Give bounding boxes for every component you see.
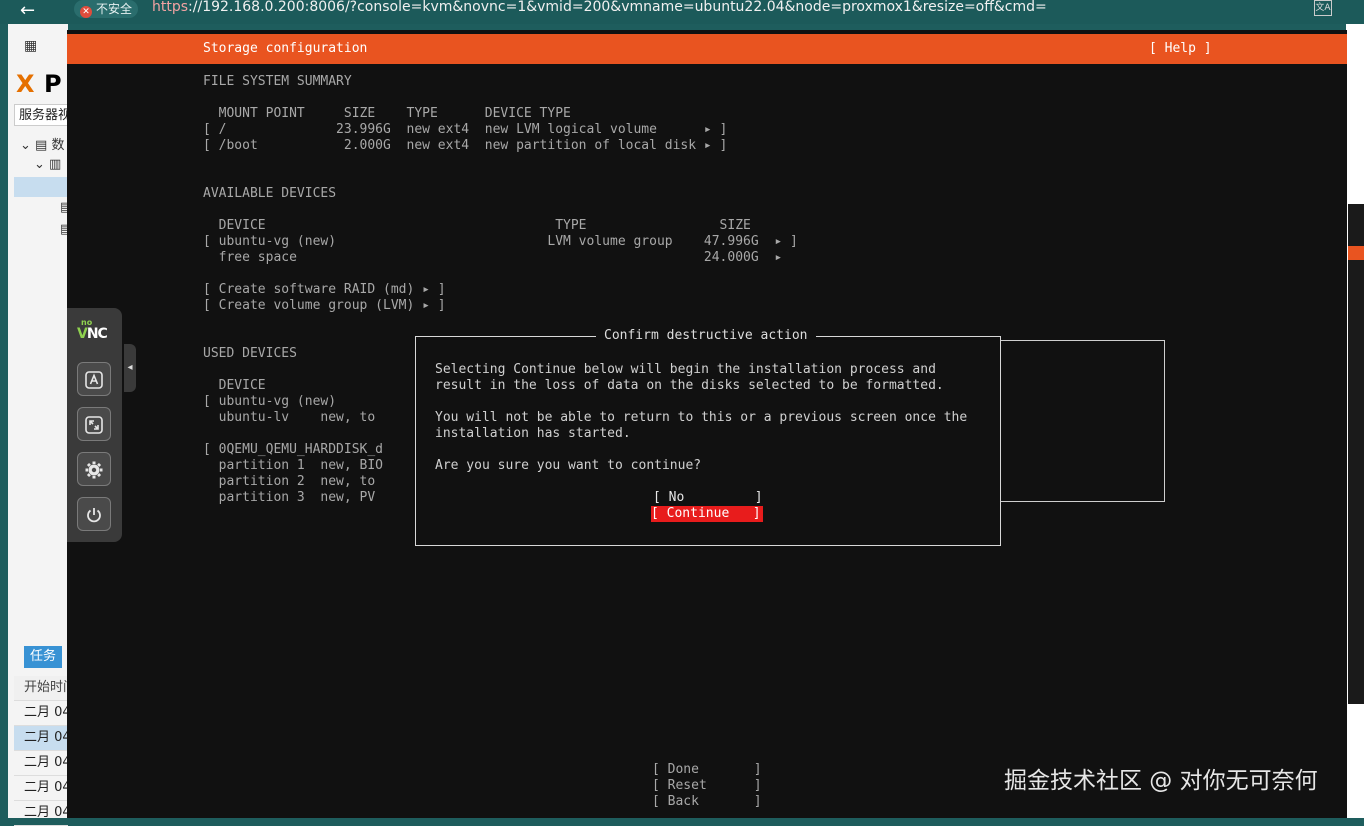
logo-x: X — [16, 70, 35, 98]
table-row: partition 1 new, BIO — [203, 458, 384, 473]
section-heading: AVAILABLE DEVICES — [203, 186, 337, 201]
fullscreen-icon[interactable] — [77, 407, 111, 441]
tree-node[interactable]: ⌄ ▥ — [34, 157, 61, 172]
task-row[interactable]: 二月 04 — [14, 726, 68, 751]
dialog-text: installation has started. — [435, 426, 631, 441]
section-heading: FILE SYSTEM SUMMARY — [203, 74, 352, 89]
background-dialog-border — [1164, 340, 1165, 502]
help-button[interactable]: [ Help ] — [1149, 40, 1212, 58]
apps-grid-icon[interactable]: ▦ — [24, 38, 37, 54]
watermark: 掘金技术社区 @ 对你无可奈何 — [1004, 768, 1318, 794]
confirm-dialog: Confirm destructive action Selecting Con… — [415, 328, 1001, 546]
table-row[interactable]: [ ubuntu-vg (new) — [203, 394, 336, 410]
background-terminal — [1348, 204, 1364, 704]
table-header: DEVICE — [203, 378, 266, 393]
back-button[interactable]: [ Back ] — [652, 794, 762, 810]
gear-icon[interactable] — [77, 452, 111, 486]
dialog-text: You will not be able to return to this o… — [435, 410, 968, 425]
dialog-question: Are you sure you want to continue? — [435, 458, 702, 473]
table-row[interactable]: [ /boot 2.000G new ext4 new partition of… — [203, 138, 727, 154]
no-button[interactable]: [ No ] — [653, 490, 763, 506]
background-dialog-border — [999, 340, 1165, 341]
logo-p: P — [44, 70, 62, 98]
task-column-header[interactable]: 开始时间 — [14, 676, 68, 701]
tab-tasks[interactable]: 任务 — [24, 646, 63, 668]
security-indicator[interactable]: ✕ 不安全 — [74, 0, 139, 18]
warning-icon: ✕ — [80, 6, 92, 18]
back-arrow-icon[interactable]: ← — [20, 1, 35, 21]
table-row: partition 3 new, PV — [203, 490, 376, 505]
page-title: Storage configuration — [203, 41, 368, 56]
url-field[interactable]: https://192.168.0.200:8006/?console=kvm&… — [152, 0, 1047, 16]
table-row[interactable]: [ / 23.996G new ext4 new LVM logical vol… — [203, 122, 727, 138]
done-button[interactable]: [ Done ] — [652, 762, 762, 778]
task-row[interactable]: 二月 04 — [14, 801, 68, 826]
url-scheme: https — [152, 0, 189, 15]
table-row: ubuntu-lv new, to — [203, 410, 376, 425]
create-raid-button[interactable]: [ Create software RAID (md) ▸ ] — [203, 282, 446, 298]
continue-button[interactable]: [ Continue ] — [651, 506, 763, 522]
url-rest: ://192.168.0.200:8006/?console=kvm&novnc… — [188, 0, 1047, 15]
logo-nc: NC — [86, 326, 108, 342]
tree-datacenter-label: 数 — [51, 138, 65, 153]
novnc-control-bar: no VNC — [67, 308, 122, 542]
tree-selected-vm[interactable] — [14, 177, 68, 197]
table-header: DEVICE TYPE SIZE — [203, 218, 751, 233]
keyboard-icon[interactable] — [77, 362, 111, 396]
table-row[interactable]: [ ubuntu-vg (new) LVM volume group 47.99… — [203, 234, 798, 250]
background-window-edge — [1346, 24, 1364, 818]
power-icon[interactable] — [77, 497, 111, 531]
translate-icon[interactable]: 文A — [1314, 0, 1332, 16]
task-list: 开始时间 二月 04 二月 04 二月 04 二月 04 二月 04 — [14, 676, 68, 826]
server-view-select[interactable]: 服务器视图 — [14, 104, 68, 126]
section-heading: USED DEVICES — [203, 346, 297, 361]
task-row[interactable]: 二月 04 — [14, 776, 68, 801]
sidebar-collapse-handle[interactable]: ◂ — [124, 344, 136, 392]
table-header: MOUNT POINT SIZE TYPE DEVICE TYPE — [203, 106, 571, 121]
reset-button[interactable]: [ Reset ] — [652, 778, 762, 794]
tree-datacenter[interactable]: ⌄ ▤ 数 — [20, 134, 64, 153]
novnc-logo: no VNC — [77, 318, 113, 342]
task-row[interactable]: 二月 04 — [14, 751, 68, 776]
table-row: partition 2 new, to — [203, 474, 376, 489]
logo-v: V — [77, 326, 88, 342]
create-vg-button[interactable]: [ Create volume group (LVM) ▸ ] — [203, 298, 446, 314]
dialog-text: Selecting Continue below will begin the … — [435, 362, 936, 377]
proxmox-logo: X P — [16, 70, 66, 98]
table-row[interactable]: [ 0QEMU_QEMU_HARDDISK_d — [203, 442, 383, 458]
task-row[interactable]: 二月 04 — [14, 701, 68, 726]
vnc-console[interactable]: Storage configuration [ Help ] FILE SYST… — [67, 30, 1347, 818]
security-label: 不安全 — [96, 2, 133, 16]
background-header-strip — [1348, 246, 1364, 260]
installer-header: Storage configuration [ Help ] — [67, 34, 1347, 64]
table-row[interactable]: free space 24.000G ▸ — [203, 250, 783, 266]
dialog-text: result in the loss of data on the disks … — [435, 378, 944, 393]
browser-address-bar: ← ✕ 不安全 https://192.168.0.200:8006/?conso… — [0, 0, 1364, 24]
dialog-title: Confirm destructive action — [596, 328, 816, 344]
